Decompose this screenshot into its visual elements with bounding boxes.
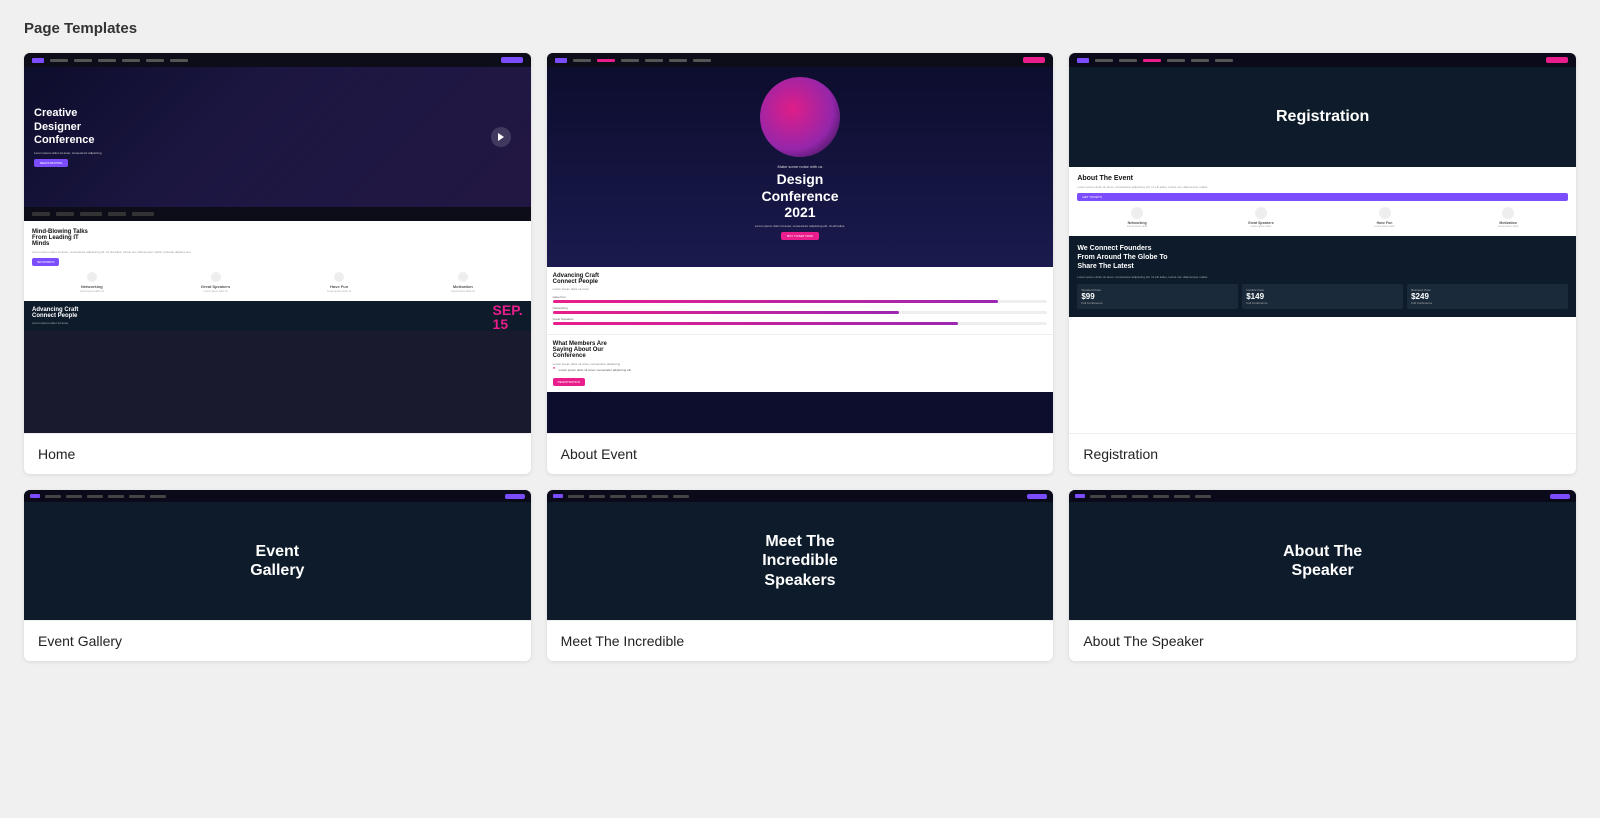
- template-card-home[interactable]: CreativeDesignerConference Lorem ipsum d…: [24, 53, 531, 474]
- event-gallery-label: Event Gallery: [24, 620, 531, 661]
- registration-label: Registration: [1069, 433, 1576, 474]
- registration-label-text: Registration: [1083, 446, 1158, 462]
- about-event-label-text: About Event: [561, 446, 637, 462]
- template-card-about-speaker[interactable]: About TheSpeaker About The Speaker: [1069, 490, 1576, 661]
- event-gallery-preview: EventGallery: [24, 490, 531, 620]
- template-card-meet-speaker[interactable]: Meet TheIncredibleSpeakers Meet The Incr…: [547, 490, 1054, 661]
- template-card-event-gallery[interactable]: EventGallery Event Gallery: [24, 490, 531, 661]
- templates-grid: CreativeDesignerConference Lorem ipsum d…: [24, 53, 1576, 661]
- meet-speaker-label-text: Meet The Incredible: [561, 633, 684, 649]
- meet-speaker-label: Meet The Incredible: [547, 620, 1054, 661]
- event-gallery-label-text: Event Gallery: [38, 633, 122, 649]
- about-speaker-label-text: About The Speaker: [1083, 633, 1203, 649]
- page-title: Page Templates: [24, 20, 1576, 37]
- registration-preview: Registration About The Event Lorem ipsum…: [1069, 53, 1576, 433]
- template-card-about-event[interactable]: Make some noise with us DesignConference…: [547, 53, 1054, 474]
- home-label-text: Home: [38, 446, 75, 462]
- about-speaker-label: About The Speaker: [1069, 620, 1576, 661]
- meet-speaker-preview: Meet TheIncredibleSpeakers: [547, 490, 1054, 620]
- about-event-label: About Event: [547, 433, 1054, 474]
- home-label: Home: [24, 433, 531, 474]
- about-event-preview: Make some noise with us DesignConference…: [547, 53, 1054, 433]
- home-preview: CreativeDesignerConference Lorem ipsum d…: [24, 53, 531, 433]
- template-card-registration[interactable]: Registration About The Event Lorem ipsum…: [1069, 53, 1576, 474]
- about-speaker-preview: About TheSpeaker: [1069, 490, 1576, 620]
